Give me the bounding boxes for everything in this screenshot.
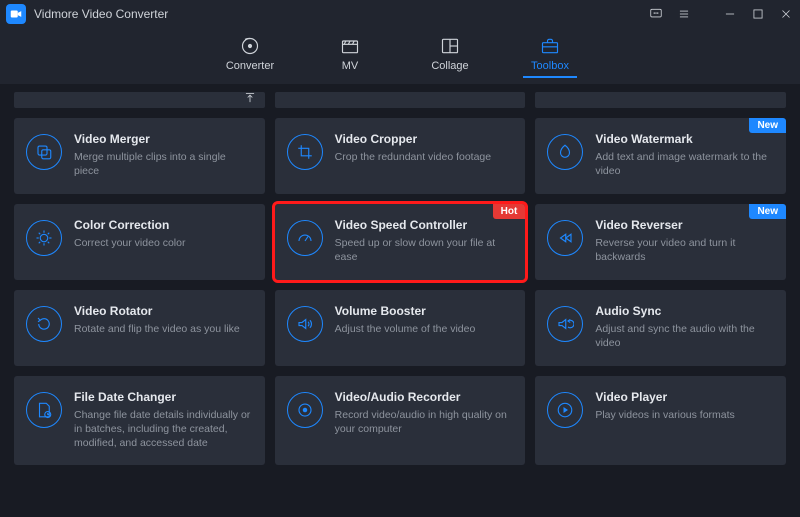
badge-new: New xyxy=(749,204,786,219)
main-tabs: Converter MV Collage Toolbox xyxy=(0,28,800,84)
player-icon xyxy=(547,392,583,428)
card-desc: Play videos in various formats xyxy=(595,408,774,422)
card-desc: Record video/audio in high quality on yo… xyxy=(335,408,514,436)
card-file-date-changer[interactable]: File Date Changer Change file date detai… xyxy=(14,376,265,465)
card-video-merger[interactable]: Video Merger Merge multiple clips into a… xyxy=(14,118,265,194)
file-date-icon xyxy=(26,392,62,428)
collapse-up-icon xyxy=(243,92,257,110)
cropper-icon xyxy=(287,134,323,170)
feedback-icon[interactable] xyxy=(648,6,664,22)
tab-converter[interactable]: Converter xyxy=(223,36,277,78)
tab-toolbox-label: Toolbox xyxy=(531,60,569,72)
card-video-cropper[interactable]: Video Cropper Crop the redundant video f… xyxy=(275,118,526,194)
volume-icon xyxy=(287,306,323,342)
card-stub[interactable] xyxy=(535,92,786,108)
card-stub[interactable] xyxy=(275,92,526,108)
toolbox-content: Video Merger Merge multiple clips into a… xyxy=(0,84,800,517)
card-desc: Merge multiple clips into a single piece xyxy=(74,150,253,178)
card-title: Video Watermark xyxy=(595,132,774,146)
close-button[interactable] xyxy=(778,6,794,22)
watermark-icon xyxy=(547,134,583,170)
card-title: Video Merger xyxy=(74,132,253,146)
card-title: Video Cropper xyxy=(335,132,514,146)
card-title: Video Rotator xyxy=(74,304,253,318)
card-video-rotator[interactable]: Video Rotator Rotate and flip the video … xyxy=(14,290,265,366)
card-desc: Rotate and flip the video as you like xyxy=(74,322,253,336)
reverser-icon xyxy=(547,220,583,256)
card-desc: Crop the redundant video footage xyxy=(335,150,514,164)
recorder-icon xyxy=(287,392,323,428)
card-volume-booster[interactable]: Volume Booster Adjust the volume of the … xyxy=(275,290,526,366)
card-video-watermark[interactable]: New Video Watermark Add text and image w… xyxy=(535,118,786,194)
audio-sync-icon xyxy=(547,306,583,342)
card-color-correction[interactable]: Color Correction Correct your video colo… xyxy=(14,204,265,280)
tab-collage-label: Collage xyxy=(431,60,468,72)
title-bar: Vidmore Video Converter xyxy=(0,0,800,28)
tab-converter-label: Converter xyxy=(226,60,274,72)
maximize-button[interactable] xyxy=(750,6,766,22)
card-title: Video/Audio Recorder xyxy=(335,390,514,404)
merger-icon xyxy=(26,134,62,170)
speed-icon xyxy=(287,220,323,256)
rotator-icon xyxy=(26,306,62,342)
menu-icon[interactable] xyxy=(676,6,692,22)
card-desc: Correct your video color xyxy=(74,236,253,250)
badge-new: New xyxy=(749,118,786,133)
card-desc: Adjust the volume of the video xyxy=(335,322,514,336)
card-title: Video Player xyxy=(595,390,774,404)
card-title: Video Reverser xyxy=(595,218,774,232)
card-title: Volume Booster xyxy=(335,304,514,318)
tab-mv-label: MV xyxy=(342,60,359,72)
card-video-player[interactable]: Video Player Play videos in various form… xyxy=(535,376,786,465)
app-title: Vidmore Video Converter xyxy=(34,7,168,21)
card-desc: Reverse your video and turn it backwards xyxy=(595,236,774,264)
card-video-audio-recorder[interactable]: Video/Audio Recorder Record video/audio … xyxy=(275,376,526,465)
card-title: File Date Changer xyxy=(74,390,253,404)
card-video-speed-controller[interactable]: Hot Video Speed Controller Speed up or s… xyxy=(275,204,526,280)
card-video-reverser[interactable]: New Video Reverser Reverse your video an… xyxy=(535,204,786,280)
card-desc: Add text and image watermark to the vide… xyxy=(595,150,774,178)
card-desc: Change file date details individually or… xyxy=(74,408,253,451)
card-title: Video Speed Controller xyxy=(335,218,514,232)
card-audio-sync[interactable]: Audio Sync Adjust and sync the audio wit… xyxy=(535,290,786,366)
minimize-button[interactable] xyxy=(722,6,738,22)
tab-collage[interactable]: Collage xyxy=(423,36,477,78)
card-desc: Adjust and sync the audio with the video xyxy=(595,322,774,350)
card-desc: Speed up or slow down your file at ease xyxy=(335,236,514,264)
tab-mv[interactable]: MV xyxy=(323,36,377,78)
card-stub[interactable] xyxy=(14,92,265,108)
color-correction-icon xyxy=(26,220,62,256)
app-logo xyxy=(6,4,26,24)
card-title: Audio Sync xyxy=(595,304,774,318)
tab-toolbox[interactable]: Toolbox xyxy=(523,36,577,78)
badge-hot: Hot xyxy=(493,204,526,219)
card-title: Color Correction xyxy=(74,218,253,232)
